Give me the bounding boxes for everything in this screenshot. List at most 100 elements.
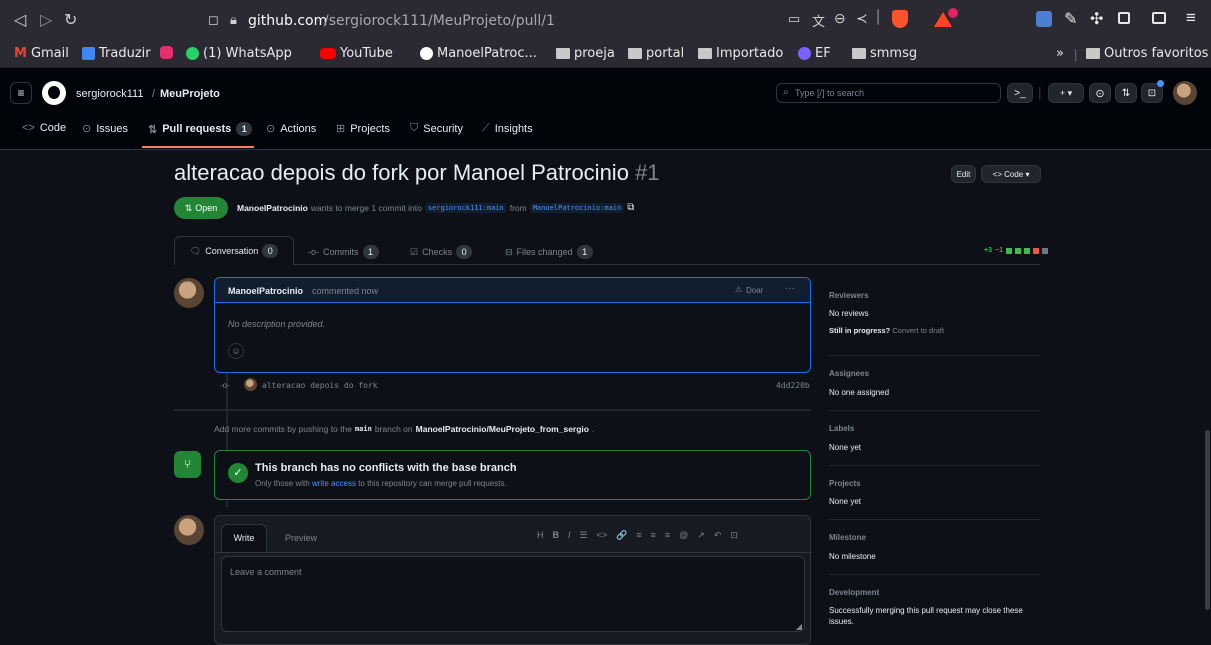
saved-replies-icon[interactable]: ↶	[714, 530, 722, 541]
milestone-heading[interactable]: Milestone	[829, 533, 866, 542]
comment-more-button[interactable]: ···	[785, 283, 795, 294]
code-dropdown-button[interactable]: <> Code ▾	[981, 165, 1041, 183]
copy-icon[interactable]: ⧉	[627, 202, 634, 213]
url-host: github.com	[248, 13, 328, 29]
issues-icon[interactable]: ⊙	[1089, 83, 1111, 103]
reviewers-heading[interactable]: Reviewers	[829, 291, 869, 300]
bookmark-youtube[interactable]: YouTube	[320, 46, 393, 61]
translate-icon[interactable]: 文	[812, 11, 825, 30]
check-icon: ✓	[228, 463, 248, 483]
bookmark-importado[interactable]: Importado	[698, 46, 783, 61]
comment-body: No description provided.	[228, 319, 326, 329]
search-input[interactable]: ⌕ Type [/] to search	[776, 83, 1001, 103]
mention-icon[interactable]: @	[679, 530, 688, 541]
comment-editor: Write Preview H B I ☰ <> 🔗 ≡ ≡ ≡ @ ↗ ↶ ⊡…	[214, 515, 811, 645]
scrollbar-thumb[interactable]	[1205, 430, 1210, 610]
tab-code[interactable]: <> Code	[22, 122, 66, 134]
back-icon[interactable]: ◁	[14, 10, 26, 30]
ordered-list-icon[interactable]: ≡	[651, 530, 656, 541]
sidebar-divider	[829, 465, 1040, 466]
pull-requests-count: 1	[236, 122, 253, 136]
resize-handle-icon[interactable]: ◢	[796, 622, 802, 631]
fullscreen-icon[interactable]: ⊡	[730, 530, 738, 541]
avatar[interactable]	[174, 278, 204, 308]
extensions-puzzle-icon[interactable]: ✣	[1090, 9, 1103, 29]
menu-icon[interactable]: ≡	[1186, 8, 1196, 28]
bookmark-proeja[interactable]: proeja	[556, 46, 615, 61]
bookmark-portal[interactable]: portal	[628, 46, 684, 61]
comment-author[interactable]: ManoelPatrocinio	[228, 286, 303, 296]
forward-icon[interactable]: ▷	[40, 10, 52, 30]
unordered-list-icon[interactable]: ≡	[636, 530, 641, 541]
repo-name-link[interactable]: MeuProjeto	[160, 88, 220, 100]
development-heading[interactable]: Development	[829, 588, 879, 597]
write-access-link[interactable]: write access	[312, 479, 356, 488]
preview-tab[interactable]: Preview	[285, 533, 317, 543]
sidebar-divider	[829, 410, 1040, 411]
bookmark-traduzir[interactable]: Traduzir	[82, 46, 151, 61]
page-scrollbar[interactable]	[1204, 150, 1211, 632]
quote-icon[interactable]: ☰	[580, 530, 588, 541]
task-list-icon[interactable]: ≡	[665, 530, 670, 541]
heading-icon[interactable]: H	[537, 530, 544, 541]
bookmark-whatsapp[interactable]: (1) WhatsApp	[186, 46, 292, 61]
code-icon[interactable]: <>	[597, 530, 608, 541]
write-tab[interactable]: Write	[221, 524, 267, 552]
commit-message[interactable]: alteracao depois do fork	[262, 381, 378, 390]
pull-requests-icon[interactable]: ⇅	[1115, 83, 1137, 103]
tab-security[interactable]: ⛉ Security	[410, 122, 463, 135]
projects-heading[interactable]: Projects	[829, 479, 861, 488]
share-icon[interactable]: ≺	[856, 10, 868, 27]
bookmark-outros-favoritos[interactable]: Outros favoritos	[1086, 46, 1208, 61]
base-branch-link[interactable]: sergiorock111:main	[424, 202, 507, 213]
bookmark-gmail[interactable]: M Gmail	[14, 46, 69, 61]
avatar[interactable]	[1173, 81, 1197, 105]
pull-request-icon: ⇅	[148, 123, 158, 136]
page-title: alteracao depois do fork por Manoel Patr…	[174, 160, 660, 186]
tab-actions[interactable]: ⊙ Actions	[266, 122, 316, 136]
bookmark-smmsg[interactable]: smmsg	[852, 46, 917, 61]
italic-icon[interactable]: I	[568, 530, 571, 541]
tab-projects[interactable]: ⊞ Projects	[336, 122, 390, 136]
bookmark-ef[interactable]: EF	[798, 46, 831, 61]
tab-checks[interactable]: ☑ Checks 0	[410, 245, 473, 259]
repo-owner-link[interactable]: sergiorock111	[76, 88, 143, 100]
create-new-button[interactable]: + ▾	[1048, 83, 1084, 103]
donate-link[interactable]: Doar	[746, 286, 763, 295]
bookmarks-more[interactable]: »	[1056, 46, 1064, 61]
extension-dropper-icon[interactable]: ✎	[1064, 9, 1077, 29]
assignees-heading[interactable]: Assignees	[829, 369, 869, 378]
command-palette-icon[interactable]: >_	[1007, 83, 1033, 103]
zoom-icon[interactable]: ⊖	[834, 10, 846, 27]
comment-textarea[interactable]: Leave a comment ◢	[221, 556, 805, 632]
tab-issues[interactable]: ⊙ Issues	[82, 122, 128, 136]
comment-box: ManoelPatrocinio commented now ⚠ Doar ··…	[214, 277, 811, 373]
brave-shield-icon[interactable]	[892, 10, 908, 28]
extension-translate-icon[interactable]	[1036, 11, 1052, 27]
tab-commits[interactable]: -o- Commits 1	[308, 245, 379, 259]
link-icon[interactable]: 🔗	[616, 530, 627, 541]
reference-icon[interactable]: ↗	[697, 530, 705, 541]
fork-repo-link[interactable]: ManoelPatrocinio/MeuProjeto_from_sergio	[416, 424, 589, 434]
bookmark-instagram[interactable]	[160, 46, 173, 59]
github-logo-icon[interactable]	[42, 81, 66, 105]
add-reaction-icon[interactable]: ☺	[228, 343, 244, 359]
tab-conversation[interactable]: 🗨︎ Conversation 0	[174, 236, 294, 265]
reload-icon[interactable]: ↻	[64, 10, 77, 30]
merge-icon: ⑂	[174, 451, 201, 478]
author-link[interactable]: ManoelPatrocinio	[237, 203, 308, 213]
convert-to-draft-link[interactable]: Convert to draft	[892, 326, 944, 335]
wallet-icon[interactable]	[1152, 12, 1166, 24]
hamburger-menu-icon[interactable]: ≡	[10, 82, 32, 104]
install-app-icon[interactable]: ▭	[788, 11, 800, 27]
sidebar-toggle-icon[interactable]	[1118, 12, 1130, 24]
bookmark-github[interactable]: ManoelPatroc...	[420, 46, 537, 61]
labels-heading[interactable]: Labels	[829, 424, 854, 433]
bold-icon[interactable]: B	[553, 530, 560, 541]
tab-files-changed[interactable]: ⊟ Files changed 1	[505, 245, 593, 259]
commit-sha[interactable]: 4dd220b	[776, 381, 810, 390]
edit-button[interactable]: Edit	[951, 165, 976, 183]
tab-insights[interactable]: ⟋ Insights	[482, 122, 533, 135]
head-branch-link[interactable]: ManoelPatrocinio:main	[529, 202, 625, 213]
tab-pull-requests[interactable]: ⇅ Pull requests 1	[148, 122, 253, 136]
